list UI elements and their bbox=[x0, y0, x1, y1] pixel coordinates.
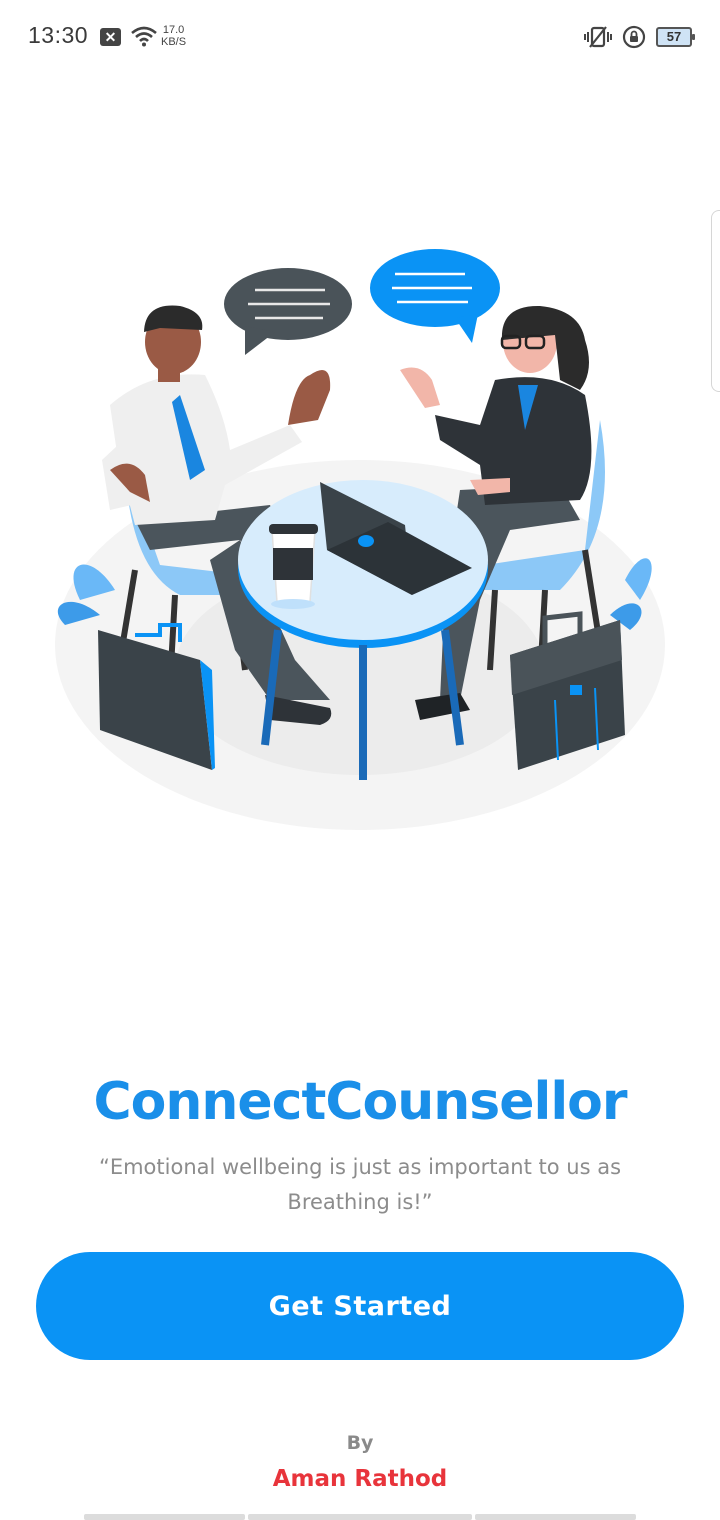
network-speed-unit: KB/S bbox=[161, 36, 187, 48]
network-speed: 17.0 KB/S bbox=[161, 24, 186, 48]
notification-x-icon: ✕ bbox=[100, 28, 121, 46]
network-speed-value: 17.0 bbox=[162, 24, 185, 36]
coffee-cup-icon bbox=[269, 524, 318, 609]
edge-panel-handle[interactable] bbox=[711, 210, 720, 392]
nav-segment-center[interactable] bbox=[248, 1514, 472, 1520]
vibrate-mute-icon bbox=[584, 26, 612, 48]
blue-speech-bubble-icon bbox=[370, 249, 500, 343]
status-bar: 13:30 ✕ 17.0 KB/S 57 bbox=[0, 0, 720, 76]
app-title: ConnectCounsellor bbox=[93, 1072, 627, 1132]
tagline-quote: “Emotional wellbeing is just as importan… bbox=[98, 1155, 622, 1214]
status-time: 13:30 bbox=[28, 22, 89, 48]
wifi-icon bbox=[131, 26, 157, 47]
dark-speech-bubble-icon bbox=[224, 268, 352, 355]
credits-author: Aman Rathod bbox=[272, 1466, 448, 1492]
credits-by-label: By bbox=[346, 1432, 374, 1454]
nav-segment-left[interactable] bbox=[84, 1514, 245, 1520]
get-started-button[interactable]: Get Started bbox=[36, 1252, 684, 1360]
rotation-lock-icon bbox=[622, 25, 646, 49]
nav-segment-right[interactable] bbox=[475, 1514, 636, 1520]
counselling-illustration bbox=[55, 249, 665, 830]
gesture-nav-bar[interactable] bbox=[84, 1514, 636, 1520]
status-right-icons: 57 bbox=[584, 24, 695, 50]
battery-icon: 57 bbox=[656, 27, 695, 47]
